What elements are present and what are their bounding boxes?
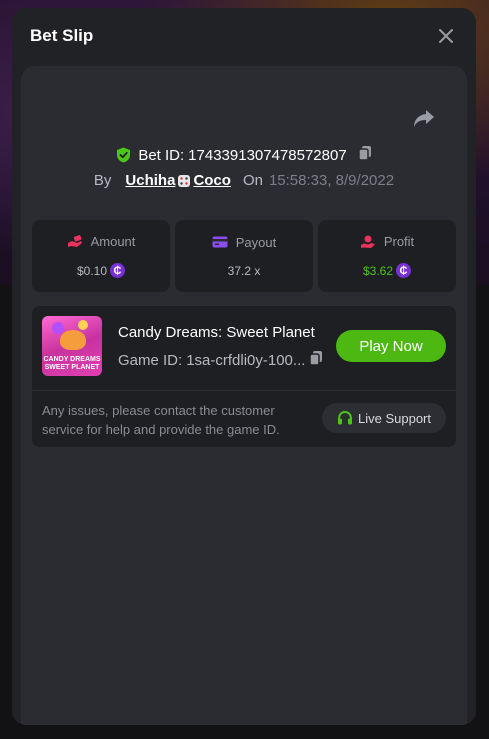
live-support-button[interactable]: Live Support [322,403,446,433]
close-icon [439,29,453,43]
stat-amount: Amount $0.10 ₵ [32,220,170,292]
on-label: On [242,172,263,189]
stat-payout-value: 37.2 x [227,263,261,278]
stat-payout: Payout 37.2 x [175,220,313,292]
username-part-1: Uchiha [125,172,176,189]
thumbnail-title-line-1: CANDY DREAMS [43,356,101,363]
dice-icon [178,174,191,187]
copy-icon [309,351,323,366]
bet-slip-modal: Bet Slip Bet ID: 1743391307478572807 By … [12,8,476,725]
username-link[interactable]: Uchiha Coco [125,172,231,189]
game-id-value: 1sa-crfdli0y-100... [186,351,306,369]
game-id-row: Game ID: 1sa-crfdli0y-100... [118,350,323,370]
thumbnail-title: CANDY DREAMS SWEET PLANET [42,356,102,372]
modal-header: Bet Slip [12,8,476,64]
thumbnail-art [78,320,88,330]
copy-icon [357,146,371,161]
bet-timestamp: 15:58:33, 8/9/2022 [268,172,395,189]
live-support-label: Live Support [358,410,431,426]
bet-id-label: Bet ID: [138,146,185,164]
game-thumbnail[interactable]: CANDY DREAMS SWEET PLANET [42,316,102,376]
stat-amount-label: Amount [90,234,136,249]
card-icon [212,236,228,248]
bet-id-value: 1743391307478572807 [188,146,347,164]
stat-profit-label: Profit [383,234,415,249]
bet-id-row: Bet ID: 1743391307478572807 [21,145,467,165]
modal-title: Bet Slip [30,26,94,45]
verified-shield-icon [117,147,131,163]
stat-payout-label: Payout [235,234,277,250]
stat-payout-header: Payout [212,235,276,250]
support-message: Any issues, please contact the customer … [42,403,280,437]
bet-details-panel: Bet ID: 1743391307478572807 By Uchiha Co… [21,66,467,725]
money-hand-icon [67,234,82,247]
stat-amount-value: $0.10 [76,263,108,278]
stat-payout-value-row: 37.2 x [228,264,261,278]
coin-icon: ₵ [110,263,126,278]
bet-stats: Amount $0.10 ₵ Payout 37.2 x Profit $3.6… [32,220,456,292]
copy-bet-id-button[interactable] [357,145,372,165]
thumbnail-title-line-2: SWEET PLANET [44,364,100,371]
stat-profit: Profit $3.62 ₵ [318,220,456,292]
thumbnail-art [60,330,86,350]
stat-profit-value: $3.62 [362,263,394,278]
stat-amount-value-row: $0.10 ₵ [76,263,126,278]
stat-profit-header: Profit [360,234,414,249]
divider [32,390,456,391]
thumbnail-art [52,322,64,334]
share-icon [414,110,434,127]
headset-icon [338,410,352,425]
close-button[interactable] [434,24,458,48]
bettor-row: By Uchiha Coco On 15:58:33, 8/9/2022 [21,172,467,189]
by-label: By [93,172,112,189]
username-part-2: Coco [193,172,231,189]
share-button[interactable] [413,108,439,130]
profit-hand-icon [360,235,375,248]
stat-amount-header: Amount [67,234,136,249]
game-id-label: Game ID: [118,351,183,369]
stat-profit-value-row: $3.62 ₵ [362,263,412,278]
game-name[interactable]: Candy Dreams: Sweet Planet [118,324,315,341]
coin-icon: ₵ [396,263,412,278]
play-now-button[interactable]: Play Now [336,330,446,362]
copy-game-id-button[interactable] [309,350,323,370]
game-card: CANDY DREAMS SWEET PLANET Candy Dreams: … [32,306,456,447]
